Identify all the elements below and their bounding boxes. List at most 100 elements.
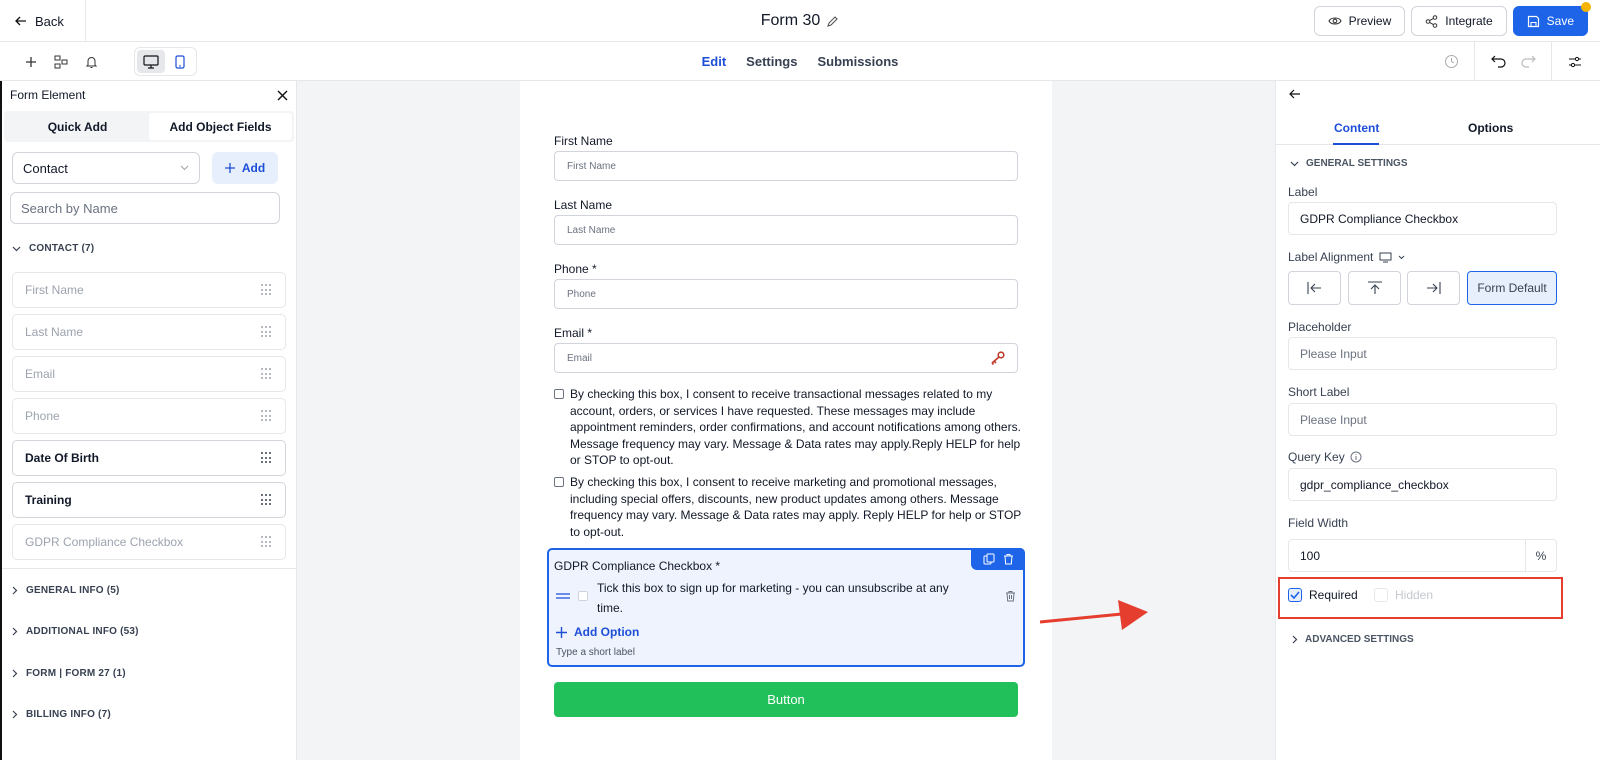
section-form-27[interactable]: FORM | FORM 27 (1) [2, 668, 296, 679]
short-label-input-value: Please Input [1300, 412, 1367, 427]
submit-button[interactable]: Button [554, 682, 1018, 717]
gdpr-field-selected[interactable]: GDPR Compliance Checkbox * Tick this box… [547, 548, 1025, 667]
form-default-label: Form Default [1477, 281, 1547, 295]
required-toggle[interactable]: Required [1288, 588, 1358, 602]
phone-input[interactable]: Phone [554, 279, 1018, 309]
divider [2, 568, 296, 569]
drag-handle-icon[interactable] [261, 494, 273, 506]
add-label: Add [241, 161, 266, 175]
section-additional-info[interactable]: ADDITIONAL INFO (53) [2, 626, 296, 637]
section-contact[interactable]: CONTACT (7) [2, 243, 296, 254]
field-width-input[interactable]: 100 % [1288, 539, 1557, 572]
last-name-input[interactable]: Last Name [554, 215, 1018, 245]
plus-icon[interactable] [22, 53, 40, 71]
email-input[interactable]: Email [554, 343, 1018, 373]
annotation-arrow [1039, 600, 1148, 630]
list-item[interactable]: GDPR Compliance Checkbox [12, 524, 286, 560]
query-key-title: Query Key [1288, 450, 1345, 464]
drag-handle-icon[interactable] [261, 284, 273, 296]
bell-icon[interactable] [82, 53, 100, 71]
tab-add-object-fields[interactable]: Add Object Fields [149, 113, 292, 140]
consent-transactional-checkbox[interactable] [554, 389, 564, 399]
gdpr-option-checkbox[interactable] [578, 591, 588, 601]
tab-quick-add[interactable]: Quick Add [6, 113, 149, 140]
mobile-icon[interactable] [167, 50, 195, 73]
drag-handle-icon[interactable] [261, 368, 273, 380]
add-option-button[interactable]: Add Option [556, 625, 639, 639]
general-settings-toggle[interactable]: GENERAL SETTINGS [1290, 158, 1408, 169]
arrow-left-icon [15, 16, 26, 26]
object-select[interactable]: Contact [12, 152, 200, 184]
list-item[interactable]: Training [12, 482, 286, 518]
active-tab-indicator [1333, 143, 1379, 145]
advanced-settings-toggle[interactable]: ADVANCED SETTINGS [1292, 634, 1414, 645]
list-item[interactable]: Last Name [12, 314, 286, 350]
list-item[interactable]: Phone [12, 398, 286, 434]
align-right-button[interactable] [1407, 271, 1460, 305]
hidden-checkbox[interactable] [1374, 588, 1388, 602]
align-top-button[interactable] [1348, 271, 1401, 305]
back-button[interactable]: Back [0, 0, 86, 42]
consent-marketing-checkbox[interactable] [554, 477, 564, 487]
list-item[interactable]: First Name [12, 272, 286, 308]
tab-content[interactable]: Content [1334, 121, 1379, 135]
label-input[interactable]: GDPR Compliance Checkbox [1288, 202, 1557, 235]
gdpr-field-label: GDPR Compliance Checkbox * [554, 559, 721, 573]
section-general-info[interactable]: GENERAL INFO (5) [2, 585, 296, 596]
tab-options[interactable]: Options [1468, 121, 1513, 135]
divider [1551, 42, 1552, 81]
section-billing-info[interactable]: BILLING INFO (7) [2, 709, 296, 720]
drag-handle-icon[interactable] [556, 593, 570, 599]
close-icon[interactable] [277, 90, 288, 101]
consent-marketing: By checking this box, I consent to recei… [554, 474, 1024, 540]
trash-icon[interactable] [1005, 590, 1016, 602]
submit-label: Button [767, 692, 805, 707]
drag-handle-icon[interactable] [261, 410, 273, 422]
placeholder-input[interactable]: Please Input [1288, 337, 1557, 370]
undo-icon[interactable] [1483, 42, 1513, 81]
monitor-icon[interactable] [1379, 252, 1392, 263]
list-item[interactable]: Email [12, 356, 286, 392]
list-item[interactable]: Date Of Birth [12, 440, 286, 476]
panel-header: Form Element [2, 81, 296, 109]
hidden-toggle[interactable]: Hidden [1374, 588, 1433, 602]
object-row: Contact Add [2, 142, 296, 184]
short-label-input[interactable]: Please Input [1288, 403, 1557, 436]
form-default-button[interactable]: Form Default [1467, 271, 1557, 305]
integrate-button[interactable]: Integrate [1411, 6, 1507, 36]
sliders-icon[interactable] [1560, 42, 1590, 81]
redo-icon[interactable] [1513, 42, 1543, 81]
desktop-icon[interactable] [137, 50, 165, 73]
device-toggle [134, 47, 197, 76]
first-name-input[interactable]: First Name [554, 151, 1018, 181]
layers-icon[interactable] [52, 53, 70, 71]
trash-icon[interactable] [1003, 553, 1014, 565]
search-input[interactable]: Search by Name [10, 192, 280, 224]
drag-handle-icon[interactable] [261, 536, 273, 548]
add-option-label: Add Option [574, 625, 640, 639]
add-object-button[interactable]: Add [212, 152, 278, 184]
plus-icon [556, 626, 567, 638]
tab-edit[interactable]: Edit [702, 54, 727, 69]
preview-button[interactable]: Preview [1313, 6, 1406, 36]
field-item-label: Date Of Birth [25, 451, 100, 465]
drag-handle-icon[interactable] [261, 326, 273, 338]
align-left-button[interactable] [1288, 271, 1341, 305]
arrow-left-icon[interactable] [1289, 89, 1301, 99]
tab-settings[interactable]: Settings [746, 54, 797, 69]
panel-title: Form Element [10, 88, 86, 102]
chevron-down-icon[interactable] [1398, 255, 1405, 260]
form-title[interactable]: Form 30 [761, 12, 821, 30]
duplicate-icon[interactable] [983, 553, 995, 565]
align-top-icon [1367, 281, 1382, 294]
history-icon[interactable] [1436, 42, 1466, 81]
query-key-input[interactable]: gdpr_compliance_checkbox [1288, 468, 1557, 501]
drag-handle-icon[interactable] [261, 452, 273, 464]
required-checkbox[interactable] [1288, 588, 1302, 602]
save-label: Save [1546, 14, 1574, 28]
info-icon[interactable] [1350, 451, 1362, 463]
field-item-label: Training [25, 493, 72, 507]
save-button[interactable]: Save [1512, 2, 1591, 36]
pencil-icon[interactable] [826, 15, 839, 28]
tab-submissions[interactable]: Submissions [817, 54, 898, 69]
